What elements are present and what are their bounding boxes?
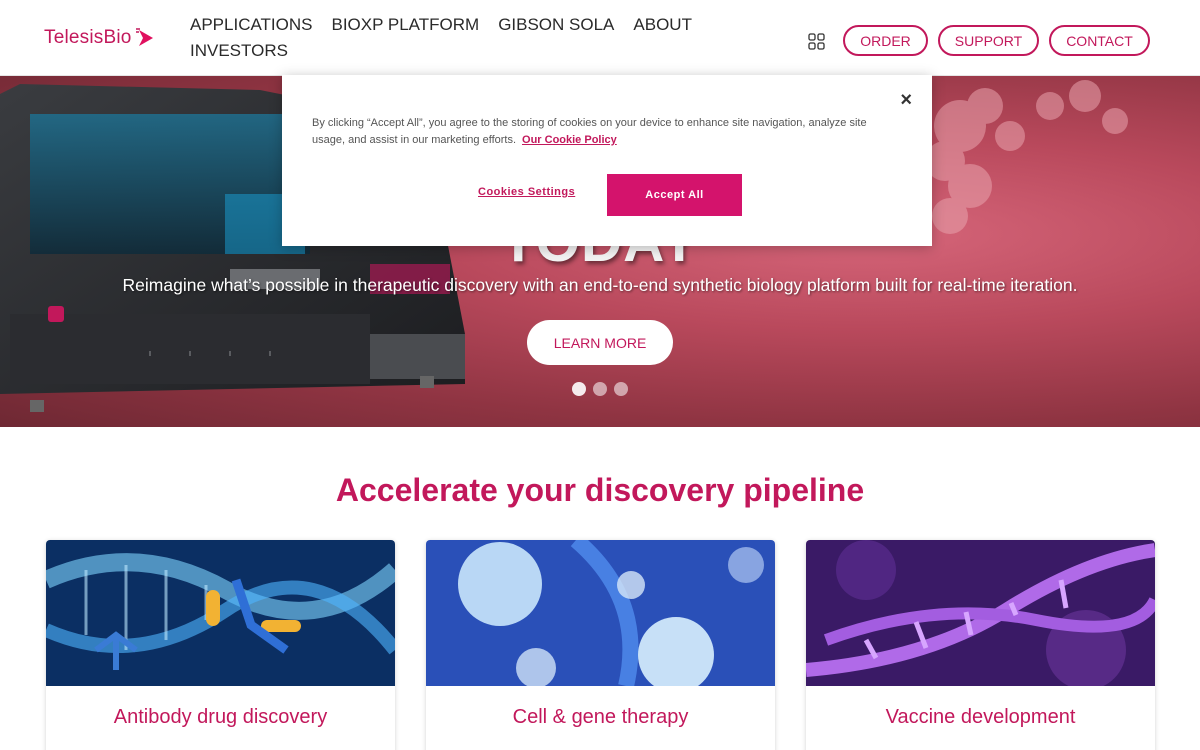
logo-arrow-icon (135, 28, 153, 46)
card-vaccine[interactable]: Vaccine development (806, 540, 1155, 750)
carousel-dot-3[interactable] (614, 382, 628, 396)
cookies-settings-button[interactable]: Cookies Settings (478, 186, 575, 198)
main-nav: APPLICATIONS BIOXP PLATFORM GIBSON SOLA … (190, 14, 730, 62)
card-cell-gene[interactable]: Cell & gene therapy (426, 540, 775, 750)
site-header: TelesisBio APPLICATIONS BIOXP PLATFORM G… (0, 0, 1200, 76)
contact-button[interactable]: CONTACT (1049, 25, 1150, 56)
close-icon[interactable]: × (900, 89, 912, 112)
carousel-dot-2[interactable] (593, 382, 607, 396)
nav-applications[interactable]: APPLICATIONS (190, 14, 313, 36)
carousel-dots (572, 382, 628, 396)
nav-investors[interactable]: INVESTORS (190, 40, 288, 62)
learn-more-button[interactable]: LEARN MORE (527, 320, 673, 365)
section-title: Accelerate your discovery pipeline (335, 472, 865, 508)
cookie-policy-link[interactable]: Our Cookie Policy (522, 134, 617, 146)
cookie-consent-dialog: × By clicking “Accept All”, you agree to… (282, 75, 932, 246)
hero-subtitle: Reimagine what’s possible in therapeutic… (122, 275, 1078, 295)
logo-text: TelesisBio (44, 27, 132, 48)
carousel-dot-1[interactable] (572, 382, 586, 396)
logo[interactable]: TelesisBio (44, 27, 157, 49)
order-button[interactable]: ORDER (843, 25, 928, 56)
antibody-dna-image (46, 540, 395, 686)
cookie-text-block: By clicking “Accept All”, you agree to t… (312, 115, 902, 149)
vaccine-dna-image (806, 540, 1155, 690)
nav-gibson-sola[interactable]: GIBSON SOLA (498, 14, 614, 36)
support-button[interactable]: SUPPORT (938, 25, 1039, 56)
nav-bioxp-platform[interactable]: BIOXP PLATFORM (332, 14, 480, 36)
card-title: Vaccine development (885, 706, 1076, 728)
card-title: Antibody drug discovery (113, 706, 328, 728)
grid-icon[interactable] (808, 33, 825, 50)
nav-about[interactable]: ABOUT (633, 14, 692, 36)
cell-gene-image (426, 540, 775, 693)
accept-all-button[interactable]: Accept All (607, 174, 742, 216)
card-antibody[interactable]: Antibody drug discovery (46, 540, 395, 750)
card-title: Cell & gene therapy (512, 706, 689, 728)
